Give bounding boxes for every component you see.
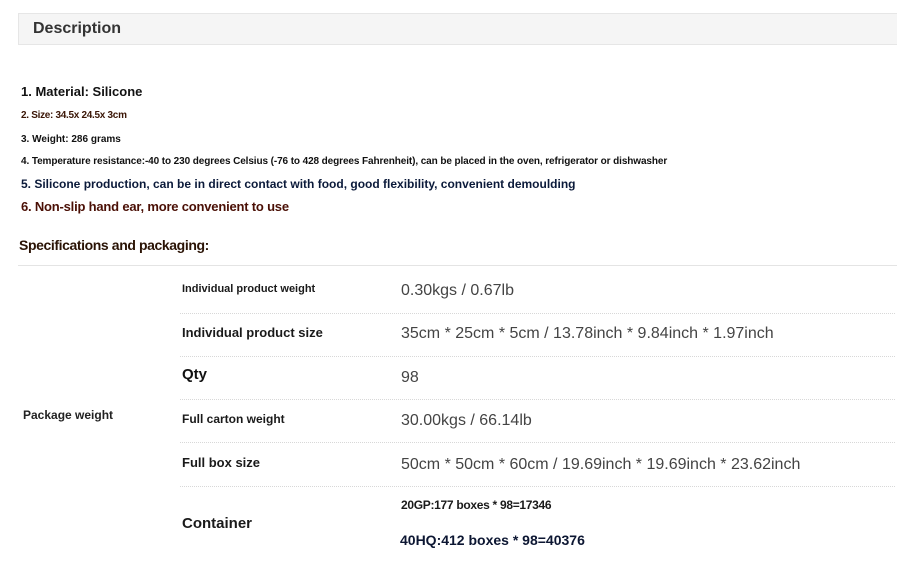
row-value: 0.30kgs / 0.67lb (401, 282, 514, 299)
row-value: 98 (401, 369, 419, 386)
row-label: Individual product weight (182, 283, 316, 295)
container-value-40hq: 40HQ:412 boxes * 98=40376 (400, 532, 585, 548)
description-title: Description (33, 20, 122, 37)
row-label: Full box size (182, 455, 261, 470)
row-value: 30.00kgs / 66.14lb (401, 412, 532, 429)
row-label: Qty (182, 366, 208, 383)
feature-item: 4. Temperature resistance:-40 to 230 deg… (21, 156, 668, 167)
feature-item: 1. Material: Silicone (21, 84, 143, 99)
table-row: Individual product weight 0.30kgs / 0.67… (180, 268, 895, 314)
row-label: Individual product size (182, 325, 323, 340)
feature-item: 3. Weight: 286 grams (21, 134, 121, 145)
feature-item: 5. Silicone production, can be in direct… (21, 177, 576, 191)
container-value-20gp: 20GP:177 boxes * 98=17346 (401, 498, 552, 512)
specifications-heading: Specifications and packaging: (19, 237, 209, 253)
package-weight-label: Package weight (23, 408, 114, 422)
feature-item: 2. Size: 34.5x 24.5x 3cm (21, 110, 127, 121)
table-row: Individual product size 35cm * 25cm * 5c… (180, 313, 895, 357)
table-row: Qty 98 (180, 356, 895, 400)
feature-item: 6. Non-slip hand ear, more convenient to… (21, 199, 289, 214)
container-label: Container (182, 515, 253, 532)
table-row: Full carton weight 30.00kgs / 66.14lb (180, 399, 895, 443)
divider (18, 265, 897, 266)
description-header: Description (18, 13, 897, 45)
row-value: 50cm * 50cm * 60cm / 19.69inch * 19.69in… (401, 456, 801, 473)
table-row: Full box size 50cm * 50cm * 60cm / 19.69… (180, 442, 895, 487)
table-row: Container 20GP:177 boxes * 98=17346 40HQ… (180, 486, 895, 569)
row-label: Full carton weight (182, 412, 285, 426)
row-value: 35cm * 25cm * 5cm / 13.78inch * 9.84inch… (401, 325, 774, 342)
